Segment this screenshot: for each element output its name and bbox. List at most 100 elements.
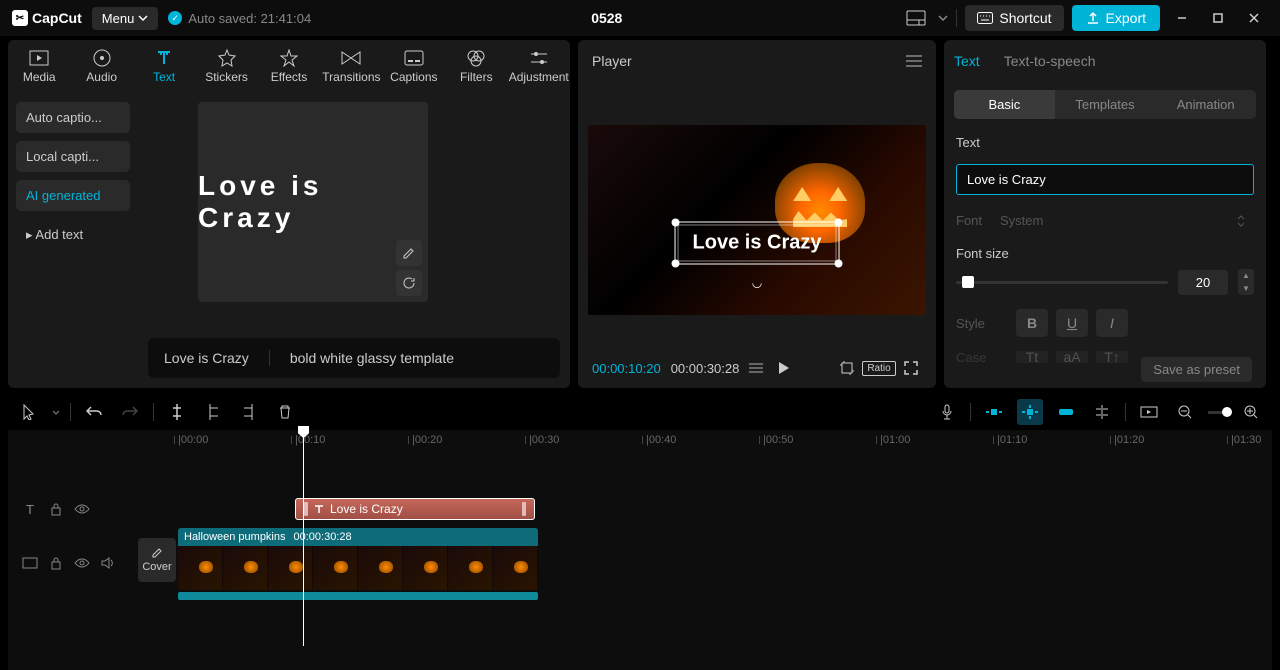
preview-toggle-icon[interactable]	[1136, 399, 1162, 425]
audio-waveform-bar[interactable]	[178, 592, 538, 600]
snap-center-icon[interactable]	[1017, 399, 1043, 425]
project-title[interactable]: 0528	[321, 10, 892, 26]
text-preview-thumbnail[interactable]: Love is Crazy	[198, 102, 428, 302]
split-icon[interactable]	[164, 399, 190, 425]
trim-right-icon[interactable]	[236, 399, 262, 425]
minimize-button[interactable]	[1168, 4, 1196, 32]
style-label: Style	[956, 316, 1006, 331]
rotate-handle-icon[interactable]: ◡	[752, 275, 762, 289]
font-size-label: Font size	[956, 246, 1254, 261]
tab-effects[interactable]: Effects	[258, 40, 320, 92]
zoom-out-icon[interactable]	[1172, 399, 1198, 425]
underline-button[interactable]: U	[1056, 309, 1088, 337]
tab-text[interactable]: Text	[133, 40, 195, 92]
export-button[interactable]: Export	[1072, 5, 1160, 31]
text-input[interactable]	[956, 164, 1254, 195]
maximize-button[interactable]	[1204, 4, 1232, 32]
video-track: Cover Halloween pumpkins 00:00:30:28	[8, 528, 1272, 598]
resize-handle-tl[interactable]	[672, 218, 680, 226]
inspector-tab-text[interactable]: Text	[954, 53, 980, 69]
resize-handle-tr[interactable]	[834, 218, 842, 226]
tab-audio[interactable]: Audio	[70, 40, 132, 92]
menu-button[interactable]: Menu	[92, 7, 159, 30]
chevron-down-icon[interactable]	[52, 410, 60, 415]
save-preset-button[interactable]: Save as preset	[1141, 357, 1252, 382]
refresh-icon[interactable]	[396, 270, 422, 296]
case-button-2[interactable]: aA	[1056, 351, 1088, 363]
resize-handle-br[interactable]	[834, 259, 842, 267]
video-track-icon	[22, 557, 38, 569]
trim-left-icon[interactable]	[200, 399, 226, 425]
font-select[interactable]: System	[992, 209, 1254, 232]
mute-icon[interactable]	[100, 557, 116, 569]
delete-icon[interactable]	[272, 399, 298, 425]
inspector-tab-tts[interactable]: Text-to-speech	[1004, 53, 1096, 69]
snap-left-icon[interactable]	[981, 399, 1007, 425]
auto-captions-button[interactable]: Auto captio...	[16, 102, 130, 133]
resize-handle-bl[interactable]	[672, 259, 680, 267]
video-clip[interactable]: Halloween pumpkins 00:00:30:28	[178, 528, 538, 590]
font-size-slider[interactable]	[956, 281, 1168, 284]
pencil-icon	[151, 547, 163, 559]
case-button-1[interactable]: Tt	[1016, 351, 1048, 363]
chevron-down-icon	[138, 15, 148, 21]
ratio-button[interactable]: Ratio	[868, 357, 890, 379]
ai-generated-button[interactable]: AI generated	[16, 180, 130, 211]
eye-icon[interactable]	[74, 558, 90, 568]
undo-button[interactable]	[81, 399, 107, 425]
player-panel: Player Love is Crazy ◡	[578, 40, 936, 388]
lock-icon[interactable]	[48, 556, 64, 570]
case-button-3[interactable]: T↑	[1096, 351, 1128, 363]
subtab-templates[interactable]: Templates	[1055, 90, 1156, 119]
local-captions-button[interactable]: Local capti...	[16, 141, 130, 172]
tab-stickers[interactable]: Stickers	[195, 40, 257, 92]
tab-filters[interactable]: Filters	[445, 40, 507, 92]
timeline-toolbar	[8, 394, 1272, 430]
tab-transitions[interactable]: Transitions	[320, 40, 382, 92]
pointer-tool-icon[interactable]	[16, 399, 42, 425]
layout-icon[interactable]	[902, 6, 930, 30]
shortcut-button[interactable]: Shortcut	[965, 5, 1063, 31]
mic-icon[interactable]	[934, 399, 960, 425]
player-menu-icon[interactable]	[906, 55, 922, 67]
subtab-animation[interactable]: Animation	[1155, 90, 1256, 119]
tab-media[interactable]: Media	[8, 40, 70, 92]
text-overlay-selection[interactable]: Love is Crazy ◡	[675, 221, 840, 264]
zoom-slider[interactable]	[1208, 411, 1228, 414]
lock-icon[interactable]	[48, 502, 64, 516]
snap-right-icon[interactable]	[1053, 399, 1079, 425]
tab-adjustment[interactable]: Adjustment	[508, 40, 570, 92]
current-time: 00:00:10:20	[592, 361, 661, 376]
subtab-basic[interactable]: Basic	[954, 90, 1055, 119]
export-icon	[1086, 11, 1100, 25]
list-icon[interactable]	[749, 363, 763, 373]
cover-button[interactable]: Cover	[138, 538, 176, 582]
template-description: bold white glassy template	[290, 350, 454, 366]
bold-button[interactable]: B	[1016, 309, 1048, 337]
video-preview[interactable]: Love is Crazy ◡	[588, 125, 926, 315]
tab-captions[interactable]: Captions	[383, 40, 445, 92]
eye-icon[interactable]	[74, 504, 90, 514]
text-clip[interactable]: Love is Crazy	[295, 498, 535, 520]
chevron-down-icon[interactable]	[938, 15, 948, 21]
timeline-ruler[interactable]: |00:00|00:10|00:20|00:30|00:40|00:50|01:…	[178, 430, 1272, 454]
align-icon[interactable]	[1089, 399, 1115, 425]
playhead[interactable]	[303, 426, 304, 646]
text-clip-icon	[314, 504, 324, 514]
add-text-button[interactable]: ▸ Add text	[16, 219, 130, 251]
italic-button[interactable]: I	[1096, 309, 1128, 337]
font-size-stepper[interactable]: ▲▼	[1238, 269, 1254, 295]
font-size-value[interactable]: 20	[1178, 270, 1228, 295]
crop-icon[interactable]	[836, 357, 858, 379]
play-button[interactable]	[773, 357, 795, 379]
template-info-bar: Love is Crazy bold white glassy template	[148, 338, 560, 378]
edit-icon[interactable]	[396, 240, 422, 266]
inspector-panel: Text Text-to-speech Basic Templates Anim…	[944, 40, 1266, 388]
video-clip-name: Halloween pumpkins	[184, 531, 286, 543]
capcut-icon: ✂	[12, 10, 28, 26]
fullscreen-icon[interactable]	[900, 357, 922, 379]
redo-button[interactable]	[117, 399, 143, 425]
zoom-in-icon[interactable]	[1238, 399, 1264, 425]
library-panel: Media Audio Text Stickers Effects Transi…	[8, 40, 570, 388]
close-button[interactable]	[1240, 4, 1268, 32]
